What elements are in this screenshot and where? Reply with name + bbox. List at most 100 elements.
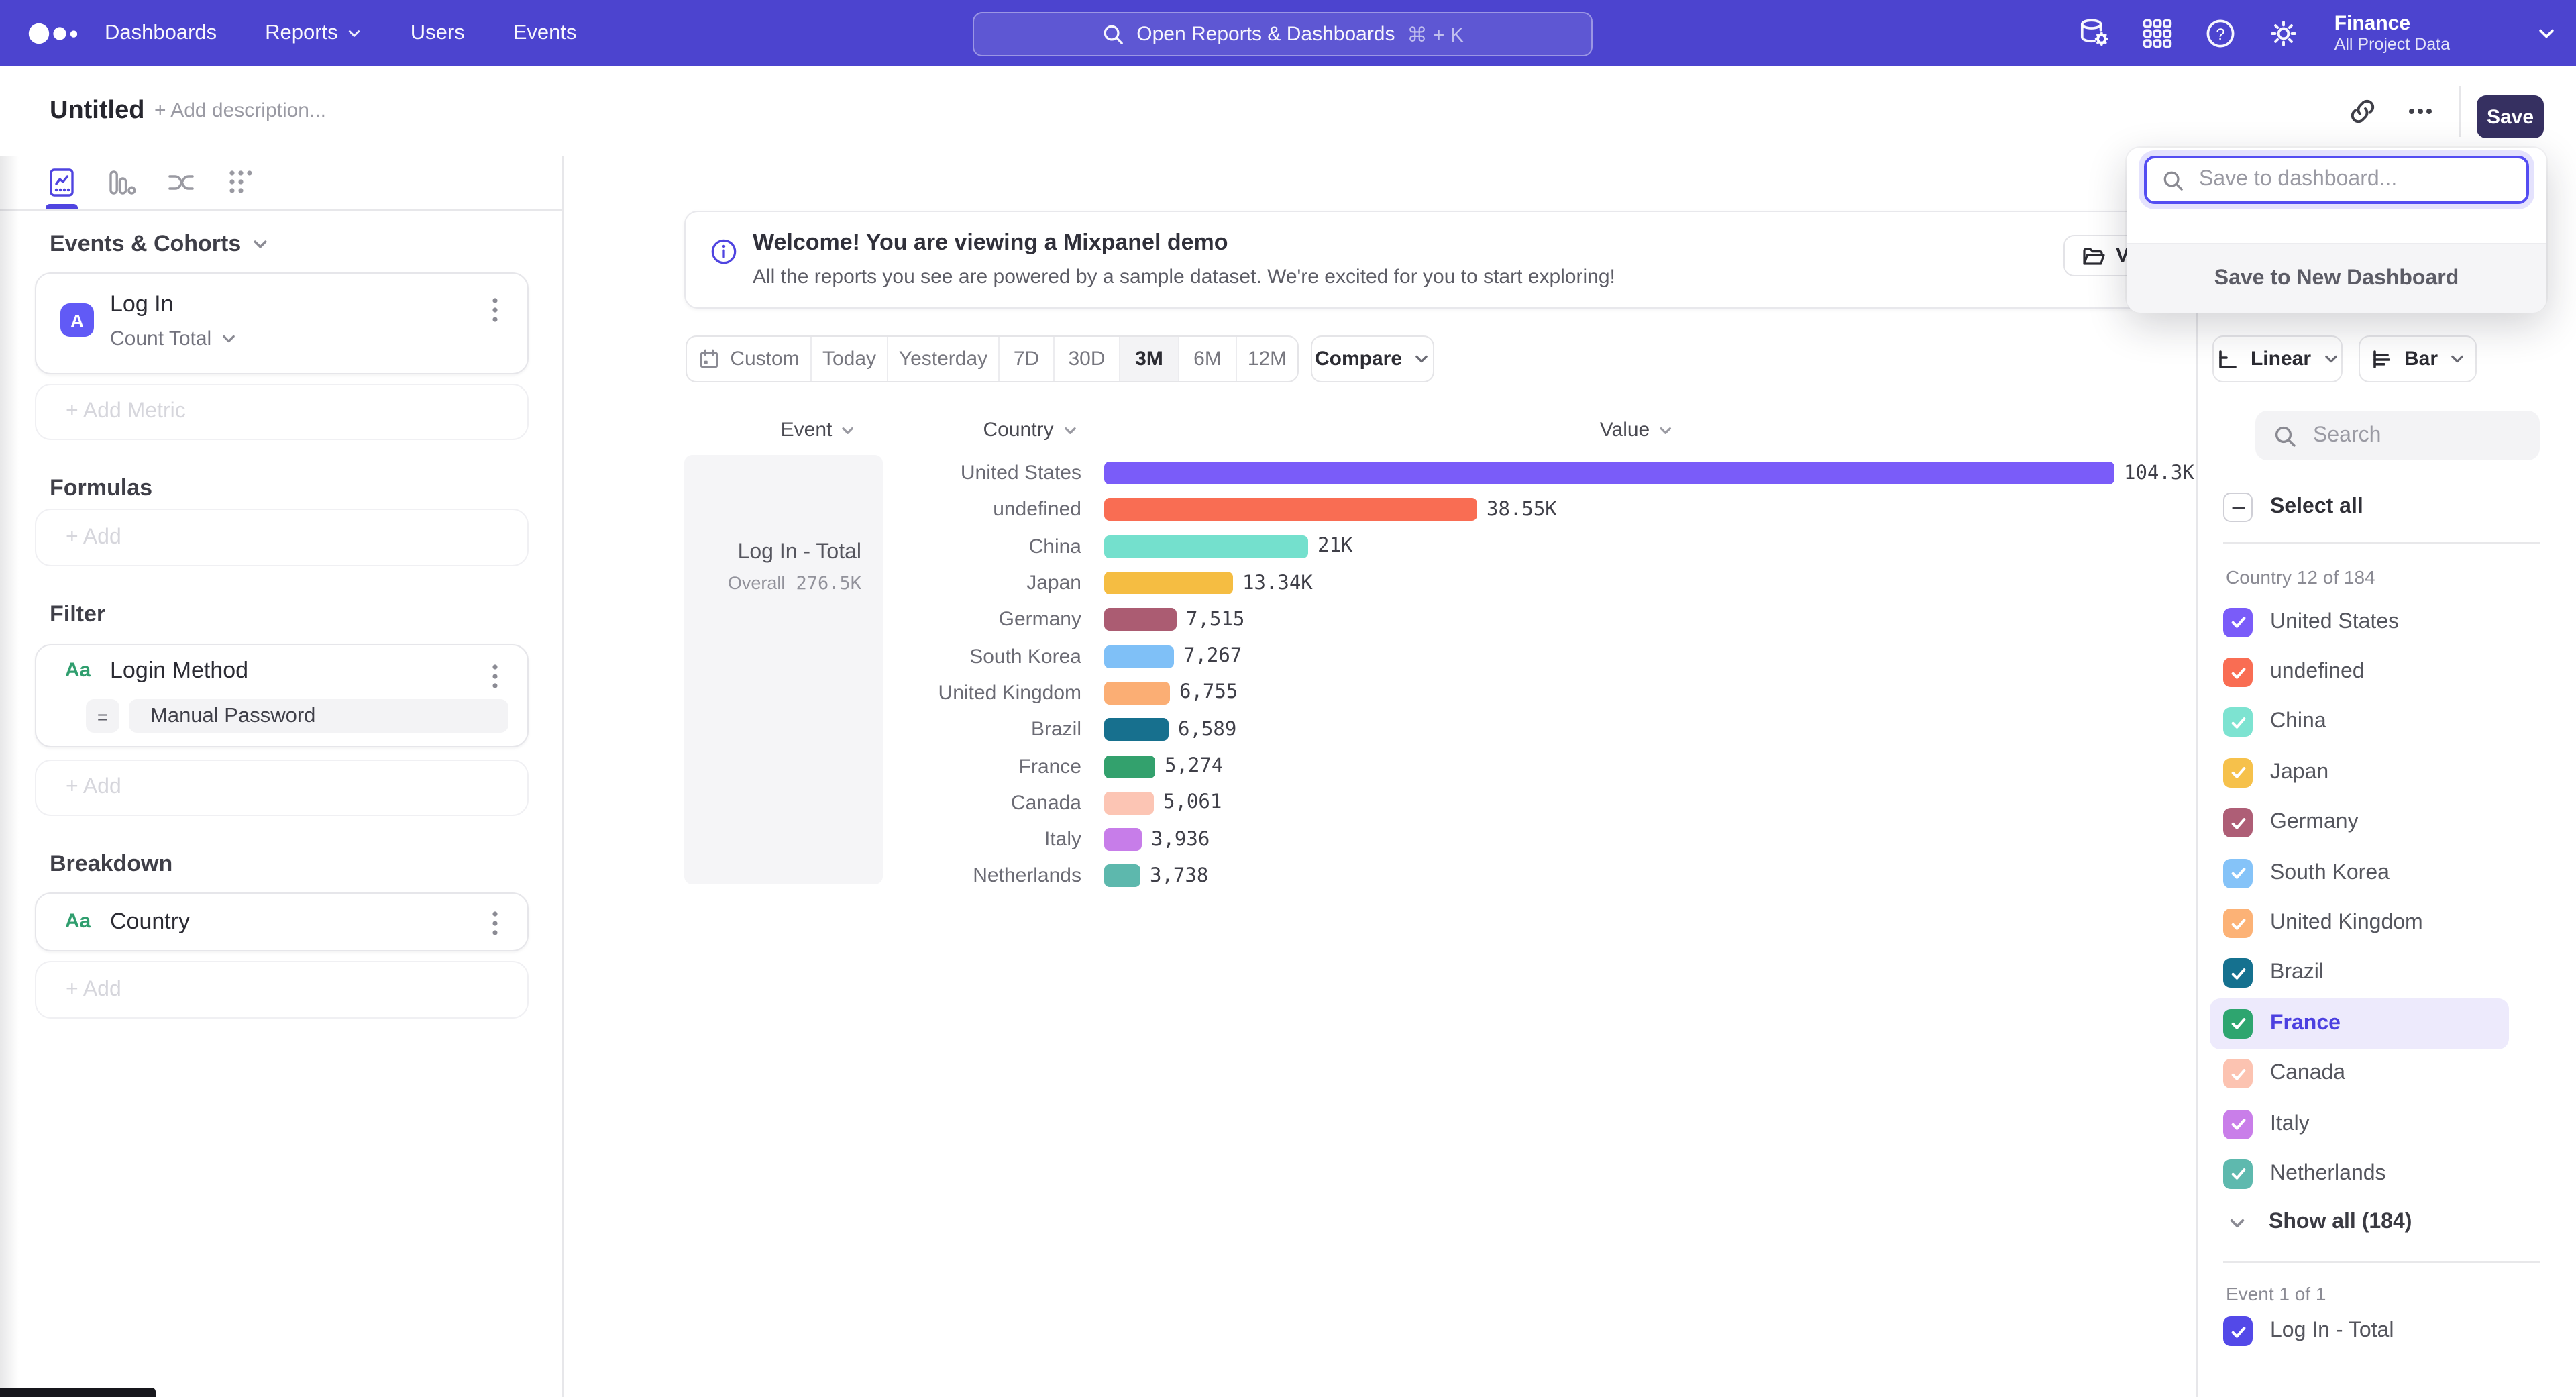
- select-all-checkbox[interactable]: [2223, 493, 2253, 522]
- country-filter-row[interactable]: United States: [2210, 597, 2565, 648]
- add-filter-button[interactable]: + Add: [35, 760, 529, 816]
- breakdown-card-country[interactable]: Aa Country: [35, 892, 529, 951]
- section-events-cohorts[interactable]: Events & Cohorts: [50, 231, 269, 258]
- aggregation-selector[interactable]: Count Total: [110, 327, 237, 350]
- save-dashboard-search[interactable]: [2144, 156, 2529, 204]
- date-range-6m[interactable]: 6M: [1179, 337, 1237, 381]
- checkbox[interactable]: [2223, 858, 2253, 888]
- help-icon[interactable]: ?: [2203, 15, 2238, 50]
- checkbox[interactable]: [2223, 909, 2253, 938]
- checkbox[interactable]: [2223, 1109, 2253, 1139]
- filter-value[interactable]: Manual Password: [129, 699, 508, 733]
- country-bar[interactable]: [1104, 865, 1140, 888]
- tab-funnels-icon[interactable]: [106, 166, 138, 199]
- breakdown-more-icon[interactable]: [484, 909, 506, 938]
- add-breakdown-button[interactable]: + Add: [35, 961, 529, 1019]
- nav-item-users[interactable]: Users: [411, 21, 465, 45]
- report-title[interactable]: Untitled: [50, 66, 144, 156]
- checkbox[interactable]: [2223, 607, 2253, 637]
- country-filter-row[interactable]: Canada: [2210, 1049, 2565, 1099]
- add-description-placeholder[interactable]: + Add description...: [154, 66, 326, 156]
- nav-item-events[interactable]: Events: [513, 21, 577, 45]
- segment-search[interactable]: [2255, 411, 2540, 460]
- event-filter-row[interactable]: Log In - Total: [2223, 1316, 2394, 1346]
- compare-button[interactable]: Compare: [1311, 335, 1434, 382]
- metric-card-login[interactable]: A Log In Count Total: [35, 272, 529, 374]
- tab-flows-icon[interactable]: [165, 166, 197, 199]
- save-to-new-dashboard-button[interactable]: Save to New Dashboard: [2127, 243, 2546, 313]
- date-range-7d[interactable]: 7D: [1000, 337, 1055, 381]
- chart-type-button[interactable]: Bar: [2359, 335, 2477, 382]
- country-bar[interactable]: [1104, 609, 1177, 631]
- country-filter-row[interactable]: Germany: [2210, 798, 2565, 848]
- country-filter-row[interactable]: Brazil: [2210, 948, 2565, 998]
- country-bar[interactable]: [1104, 755, 1155, 778]
- checkbox[interactable]: [2223, 1059, 2253, 1088]
- checkbox[interactable]: [2223, 959, 2253, 988]
- add-formula-button[interactable]: + Add: [35, 509, 529, 566]
- date-range-custom[interactable]: Custom: [687, 337, 812, 381]
- chevron-down-icon: [219, 330, 237, 348]
- mixpanel-logo-icon[interactable]: [27, 0, 89, 66]
- column-country[interactable]: Country: [983, 419, 1077, 442]
- country-bar[interactable]: [1104, 462, 2114, 484]
- nav-item-reports[interactable]: Reports: [265, 21, 362, 45]
- nav-item-dashboards[interactable]: Dashboards: [105, 21, 217, 45]
- global-search-button[interactable]: Open Reports & Dashboards ⌘ + K: [973, 12, 1593, 56]
- country-bar[interactable]: [1104, 718, 1169, 741]
- filter-property-name[interactable]: Login Method: [110, 658, 248, 684]
- checkbox[interactable]: [2223, 1009, 2253, 1039]
- yaxis-scale-button[interactable]: Linear: [2212, 335, 2343, 382]
- country-bar[interactable]: [1104, 645, 1174, 668]
- date-range-yesterday[interactable]: Yesterday: [888, 337, 1000, 381]
- show-all-button[interactable]: Show all (184): [2227, 1200, 2412, 1245]
- event-checkbox[interactable]: [2223, 1316, 2253, 1346]
- filter-more-icon[interactable]: [484, 662, 506, 691]
- checkbox[interactable]: [2223, 1159, 2253, 1189]
- country-bar[interactable]: [1104, 572, 1233, 594]
- country-filter-row[interactable]: Italy: [2210, 1099, 2565, 1149]
- country-filter-label: undefined: [2270, 660, 2365, 684]
- project-switcher[interactable]: Finance All Project Data: [2334, 11, 2450, 54]
- country-bar[interactable]: [1104, 828, 1142, 851]
- column-value[interactable]: Value: [1600, 419, 1674, 442]
- checkbox[interactable]: [2223, 809, 2253, 838]
- checkbox[interactable]: [2223, 658, 2253, 687]
- copy-link-icon[interactable]: [2348, 97, 2377, 126]
- filter-card-login-method[interactable]: Aa Login Method = Manual Password: [35, 644, 529, 747]
- country-filter-row[interactable]: France: [2210, 998, 2509, 1049]
- country-filter-row[interactable]: South Korea: [2210, 848, 2565, 898]
- country-bar[interactable]: [1104, 499, 1477, 521]
- filter-operator[interactable]: =: [86, 699, 119, 733]
- event-name[interactable]: Log In: [110, 291, 174, 318]
- segment-search-input[interactable]: [2310, 422, 2517, 449]
- country-filter-row[interactable]: Japan: [2210, 747, 2565, 798]
- metric-more-icon[interactable]: [484, 295, 506, 325]
- country-filter-row[interactable]: undefined: [2210, 648, 2565, 698]
- country-filter-row[interactable]: United Kingdom: [2210, 898, 2565, 949]
- country-filter-row[interactable]: China: [2210, 698, 2565, 748]
- country-filter-row[interactable]: Netherlands: [2210, 1149, 2565, 1200]
- select-all-row[interactable]: Select all: [2223, 493, 2363, 522]
- country-bar[interactable]: [1104, 792, 1154, 815]
- tab-insights-icon[interactable]: [46, 166, 78, 199]
- save-button[interactable]: Save: [2477, 95, 2544, 138]
- more-options-icon[interactable]: [2406, 97, 2435, 126]
- country-bar[interactable]: [1104, 535, 1308, 558]
- checkbox[interactable]: [2223, 708, 2253, 737]
- breakdown-property-name[interactable]: Country: [110, 909, 190, 935]
- date-range-12m[interactable]: 12M: [1237, 337, 1297, 381]
- apps-grid-icon[interactable]: [2140, 15, 2175, 50]
- settings-gear-icon[interactable]: [2266, 15, 2301, 50]
- chevron-down-icon[interactable]: [2536, 22, 2557, 44]
- date-range-3m[interactable]: 3M: [1120, 337, 1179, 381]
- tab-retention-icon[interactable]: [225, 166, 258, 199]
- date-range-30d[interactable]: 30D: [1055, 337, 1120, 381]
- date-range-today[interactable]: Today: [812, 337, 888, 381]
- add-metric-button[interactable]: + Add Metric: [35, 384, 529, 440]
- data-management-icon[interactable]: [2077, 15, 2112, 50]
- column-event[interactable]: Event: [781, 419, 857, 442]
- country-bar[interactable]: [1104, 682, 1170, 705]
- checkbox[interactable]: [2223, 758, 2253, 788]
- save-dashboard-input[interactable]: [2196, 166, 2510, 193]
